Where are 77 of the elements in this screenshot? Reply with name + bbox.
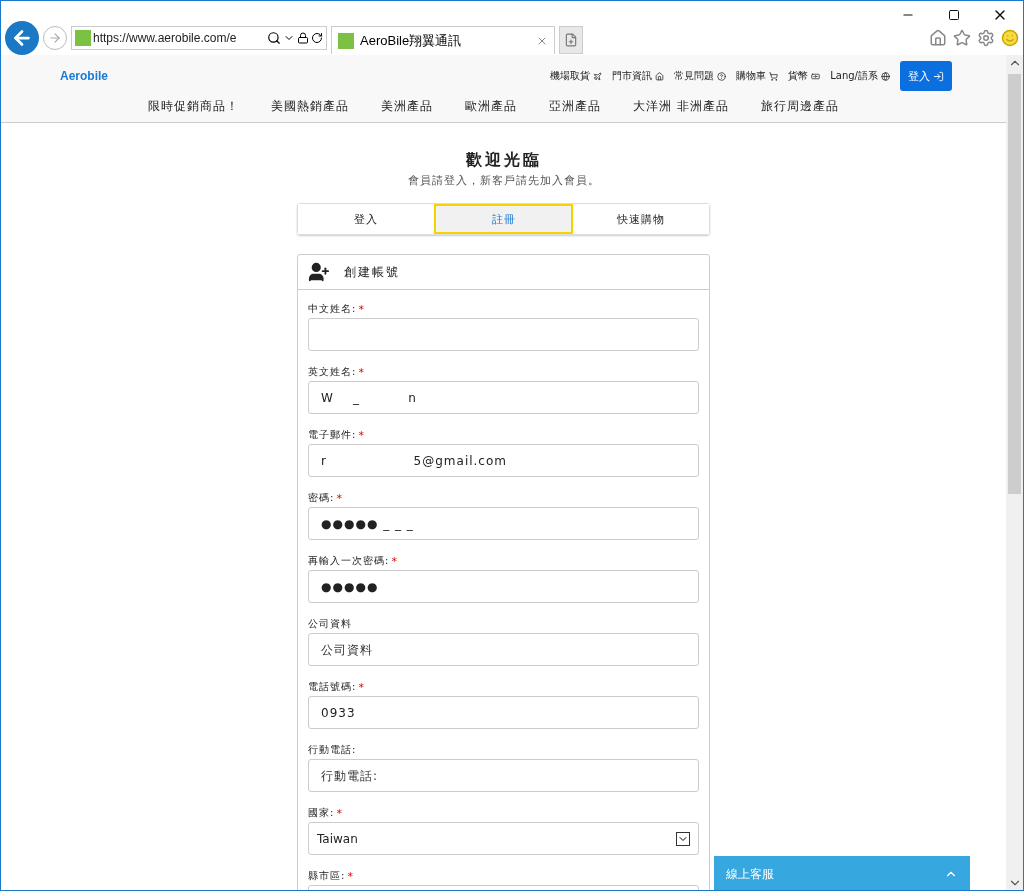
nav-link[interactable]: 美國熱銷產品 <box>271 98 350 115</box>
tab[interactable]: 登入 <box>298 204 434 234</box>
globe-icon <box>881 71 890 81</box>
required-mark: * <box>358 302 365 316</box>
dropdown-icon[interactable] <box>676 831 690 846</box>
field-label: 中文姓名: * <box>308 301 366 318</box>
input-field[interactable]: 公司資料 <box>308 633 699 666</box>
refresh-icon[interactable] <box>311 32 323 44</box>
question-icon <box>717 71 727 81</box>
tab[interactable]: 註冊 <box>433 204 574 234</box>
home-icon[interactable] <box>929 29 947 47</box>
home-icon <box>655 71 665 81</box>
required-mark: * <box>358 428 365 442</box>
cart-icon <box>769 71 779 81</box>
maximize-icon[interactable] <box>948 9 960 21</box>
input-field[interactable]: 行動電話: <box>308 759 699 792</box>
required-mark: * <box>391 554 398 568</box>
search-icon[interactable] <box>267 31 281 45</box>
country-select[interactable]: Taiwan <box>308 822 699 855</box>
forward-arrow-icon <box>48 31 62 45</box>
tab[interactable]: 快速購物 <box>573 204 709 234</box>
field-label: 密碼: * <box>308 490 344 507</box>
nav-link[interactable]: 美洲產品 <box>381 98 434 115</box>
page-title: 歡迎光臨 <box>465 150 542 171</box>
back-button[interactable] <box>5 21 39 55</box>
top-link[interactable]: 常見問題 <box>674 69 727 83</box>
field-label: 英文姓名: * <box>308 364 366 381</box>
site-logo[interactable]: Aerobile <box>60 69 108 83</box>
top-link[interactable]: 機場取貨 <box>550 69 603 83</box>
site-favicon-icon <box>75 30 91 46</box>
card-title: 創建帳號 <box>344 263 400 281</box>
required-mark: * <box>347 869 354 883</box>
new-tab-button[interactable] <box>559 26 583 54</box>
required-mark: * <box>336 806 343 820</box>
field-label: 再輸入一次密碼: * <box>308 553 399 570</box>
forward-button[interactable] <box>43 26 67 50</box>
nav-link[interactable]: 大洋洲 非洲產品 <box>633 98 729 115</box>
url-text: https://www.aerobile.com/e <box>93 31 238 45</box>
address-bar[interactable]: https://www.aerobile.com/e <box>71 26 327 50</box>
input-field[interactable]: 0933 <box>308 696 699 729</box>
plane-icon <box>593 71 603 81</box>
lock-icon <box>297 32 309 44</box>
scrollbar[interactable] <box>1006 55 1023 890</box>
nav-link[interactable]: 亞洲產品 <box>549 98 602 115</box>
input-field[interactable] <box>308 318 699 351</box>
input-field[interactable]: r 5@gmail.com <box>308 444 699 477</box>
input-field[interactable]: W _ n <box>308 381 699 414</box>
field-label: 國家: * <box>308 805 344 822</box>
settings-icon[interactable] <box>977 29 995 47</box>
nav-link[interactable]: 限時促銷商品！ <box>148 98 240 115</box>
page-subtitle: 會員請登入，新客戶請先加入會員。 <box>407 173 600 188</box>
new-page-icon <box>564 33 578 47</box>
top-link[interactable]: 購物車 <box>736 69 779 83</box>
required-mark: * <box>358 365 365 379</box>
star-icon[interactable] <box>953 29 971 47</box>
field-label: 電話號碼: * <box>308 679 366 696</box>
required-mark: * <box>336 491 343 505</box>
nav-link[interactable]: 歐洲產品 <box>465 98 518 115</box>
required-mark: * <box>358 680 365 694</box>
input-field[interactable]: ●●●●● <box>308 570 699 603</box>
browser-tab[interactable]: AeroBile翔翼通訊 <box>331 26 555 54</box>
login-button[interactable]: 登入 <box>900 61 952 91</box>
smiley-icon[interactable] <box>1001 29 1019 47</box>
nav-link[interactable]: 旅行周邊產品 <box>760 98 839 115</box>
top-link[interactable]: 貨幣 <box>788 69 821 83</box>
user-plus-icon <box>308 261 330 283</box>
top-link[interactable]: 門市資訊 <box>612 69 665 83</box>
field-label: 行動電話: <box>308 743 358 757</box>
input-field[interactable]: ●●●●● _ _ _ <box>308 507 699 540</box>
tab-title: AeroBile翔翼通訊 <box>360 31 463 50</box>
site-favicon-icon <box>338 32 354 49</box>
field-label: 電子郵件: * <box>308 427 366 444</box>
field-label: 公司資料 <box>308 617 353 631</box>
login-icon <box>933 70 944 82</box>
field-label: 縣市區: * <box>308 868 355 885</box>
banknote-icon <box>811 71 821 81</box>
top-link[interactable]: Lang/語系 <box>830 69 890 83</box>
